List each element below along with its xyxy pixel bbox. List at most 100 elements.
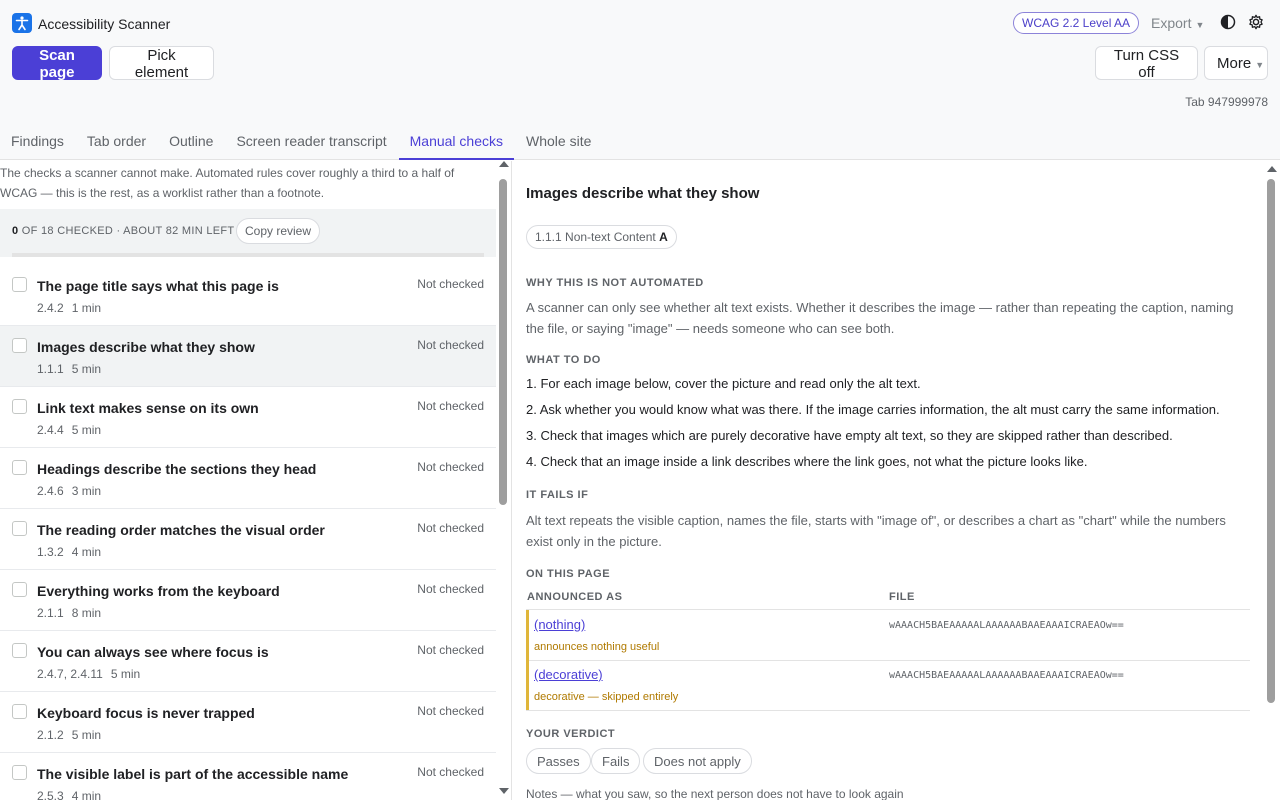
check-status: Not checked xyxy=(417,277,484,291)
check-item[interactable]: You can always see where focus is 2.4.7,… xyxy=(0,631,496,692)
scroll-up-icon[interactable] xyxy=(499,161,509,167)
fails-button[interactable]: Fails xyxy=(591,748,641,774)
announced-note: announces nothing useful xyxy=(534,641,660,653)
tab-findings[interactable]: Findings xyxy=(0,125,75,160)
image-file: wAAACH5BAEAAAAALAAAAAABAAEAAAICRAEAOw== xyxy=(889,620,1124,631)
scrollbar-thumb[interactable] xyxy=(1267,179,1275,703)
accessibility-logo-icon xyxy=(12,13,32,33)
check-item[interactable]: The reading order matches the visual ord… xyxy=(0,509,496,570)
check-criterion: 1.3.2 xyxy=(37,545,64,559)
fails-heading: IT FAILS IF xyxy=(526,489,589,501)
check-status: Not checked xyxy=(417,460,484,474)
check-status: Not checked xyxy=(417,582,484,596)
check-checkbox[interactable] xyxy=(12,277,27,292)
scroll-down-icon[interactable] xyxy=(499,788,509,794)
check-time: 5 min xyxy=(110,667,141,681)
tab-manual-checks[interactable]: Manual checks xyxy=(398,125,515,160)
verdict-heading: YOUR VERDICT xyxy=(526,728,616,740)
wcag-level-badge[interactable]: WCAG 2.2 Level AA xyxy=(1013,12,1140,34)
check-time: 4 min xyxy=(71,545,102,559)
check-checkbox[interactable] xyxy=(12,643,27,658)
checks-list: The page title says what this page is 2.… xyxy=(0,265,496,800)
check-title: The page title says what this page is xyxy=(37,278,279,294)
check-item[interactable]: Images describe what they show 1.1.1 5 mi… xyxy=(0,326,496,387)
page-heading: ON THIS PAGE xyxy=(526,568,611,580)
check-title: Keyboard focus is never trapped xyxy=(37,705,255,721)
tab-bar: Findings Tab order Outline Screen reader… xyxy=(0,125,603,160)
does-not-apply-button[interactable]: Does not apply xyxy=(643,748,752,774)
check-checkbox[interactable] xyxy=(12,521,27,536)
check-checkbox[interactable] xyxy=(12,338,27,353)
table-row: (decorative) decorative — skipped entire… xyxy=(526,660,1250,710)
checks-panel: The checks a scanner cannot make. Automa… xyxy=(0,161,512,800)
check-item[interactable]: The visible label is part of the accessi… xyxy=(0,753,496,800)
todo-step: 2. Ask whether you would know what was t… xyxy=(526,402,1220,417)
check-criterion: 2.4.4 xyxy=(37,423,64,437)
check-title: Everything works from the keyboard xyxy=(37,583,280,599)
check-checkbox[interactable] xyxy=(12,399,27,414)
turn-css-off-button[interactable]: Turn CSS off xyxy=(1095,46,1198,81)
check-item[interactable]: Keyboard focus is never trapped 2.1.2 5 m… xyxy=(0,692,496,753)
announced-note: decorative — skipped entirely xyxy=(534,691,679,703)
more-button[interactable]: More ▼ xyxy=(1204,46,1268,80)
check-time: 3 min xyxy=(71,484,102,498)
scrollbar-thumb[interactable] xyxy=(499,179,507,505)
checks-scrollbar[interactable] xyxy=(499,167,507,797)
tab-outline[interactable]: Outline xyxy=(158,125,224,160)
check-item[interactable]: Everything works from the keyboard 2.1.1… xyxy=(0,570,496,631)
criterion-text: 1.1.1 Non-text Content xyxy=(535,230,656,244)
table-divider xyxy=(526,710,1250,711)
image-file: wAAACH5BAEAAAAALAAAAAABAAEAAAICRAEAOw== xyxy=(889,670,1124,681)
todo-step: 1. For each image below, cover the pictu… xyxy=(526,376,921,391)
check-status: Not checked xyxy=(417,765,484,779)
todo-step: 4. Check that an image inside a link des… xyxy=(526,454,1088,469)
announced-link[interactable]: (decorative) xyxy=(534,667,603,682)
check-time: 5 min xyxy=(71,362,102,376)
why-heading: WHY THIS IS NOT AUTOMATED xyxy=(526,277,704,289)
passes-button[interactable]: Passes xyxy=(526,748,591,774)
criterion-pill: 1.1.1 Non-text Content A xyxy=(526,225,677,249)
scroll-up-icon[interactable] xyxy=(1267,166,1277,172)
check-criterion: 2.4.6 xyxy=(37,484,64,498)
progress-count: 0 xyxy=(12,225,19,237)
check-checkbox[interactable] xyxy=(12,765,27,780)
tab-tab-order[interactable]: Tab order xyxy=(76,125,157,160)
check-criterion: 2.4.2 xyxy=(37,301,64,315)
pick-element-button[interactable]: Pick element xyxy=(109,46,214,81)
fails-text: Alt text repeats the visible caption, na… xyxy=(526,513,1226,549)
contrast-toggle-icon[interactable] xyxy=(1218,13,1238,33)
column-file: FILE xyxy=(889,591,915,603)
check-item[interactable]: Headings describe the sections they head… xyxy=(0,448,496,509)
todo-step: 3. Check that images which are purely de… xyxy=(526,428,1173,443)
tab-id-label: Tab 947999978 xyxy=(1185,95,1268,109)
check-checkbox[interactable] xyxy=(12,582,27,597)
check-title: Images describe what they show xyxy=(37,339,255,355)
check-meta: 1.1.1 5 min xyxy=(37,362,101,376)
check-item[interactable]: Link text makes sense on its own 2.4.4 5 … xyxy=(0,387,496,448)
check-checkbox[interactable] xyxy=(12,704,27,719)
export-button[interactable]: Export ▼ xyxy=(1139,11,1216,35)
tab-screen-reader-transcript[interactable]: Screen reader transcript xyxy=(225,125,397,160)
check-time: 5 min xyxy=(71,423,102,437)
check-criterion: 2.1.1 xyxy=(37,606,64,620)
gear-icon[interactable] xyxy=(1245,12,1267,34)
check-checkbox[interactable] xyxy=(12,460,27,475)
scan-page-button[interactable]: Scan page xyxy=(12,46,102,81)
check-meta: 2.1.1 8 min xyxy=(37,606,101,620)
detail-scrollbar[interactable] xyxy=(1267,167,1275,797)
check-time: 8 min xyxy=(71,606,102,620)
announced-link[interactable]: (nothing) xyxy=(534,617,585,632)
check-item[interactable]: The page title says what this page is 2.… xyxy=(0,265,496,326)
check-criterion: 2.1.2 xyxy=(37,728,64,742)
check-title: The visible label is part of the accessi… xyxy=(37,766,349,782)
tab-whole-site[interactable]: Whole site xyxy=(515,125,602,160)
check-criterion: 2.4.7, 2.4.11 xyxy=(37,667,103,681)
progress-text: 0 OF 18 CHECKED · ABOUT 82 MIN LEFT xyxy=(12,225,234,237)
check-time: 4 min xyxy=(71,789,102,800)
check-title: You can always see where focus is xyxy=(37,644,269,660)
copy-review-button[interactable]: Copy review xyxy=(236,218,321,244)
check-status: Not checked xyxy=(417,521,484,535)
check-time: 1 min xyxy=(71,301,102,315)
check-criterion: 1.1.1 xyxy=(37,362,64,376)
progress-track xyxy=(12,253,484,257)
